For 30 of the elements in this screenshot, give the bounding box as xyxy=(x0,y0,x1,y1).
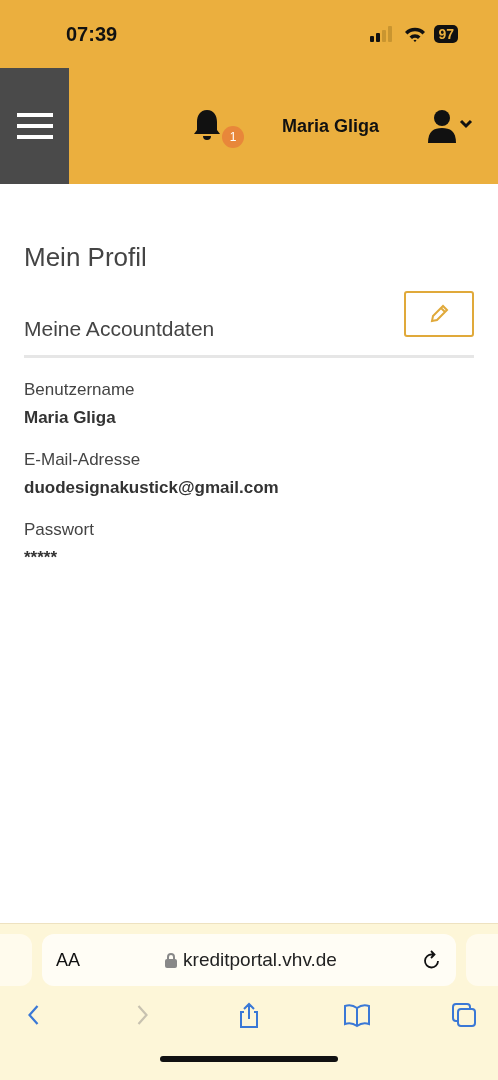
lock-icon xyxy=(165,952,178,968)
forward-icon xyxy=(135,1004,148,1026)
reload-icon[interactable] xyxy=(422,949,442,971)
status-time: 07:39 xyxy=(66,22,119,46)
wifi-icon xyxy=(404,26,427,42)
user-icon xyxy=(428,109,474,143)
edit-button[interactable] xyxy=(404,291,474,337)
field-label: E-Mail-Adresse xyxy=(24,450,142,470)
user-name: Maria Gliga xyxy=(282,115,380,137)
bookmarks-icon xyxy=(342,1001,371,1029)
menu-icon xyxy=(16,113,53,139)
user-menu-button[interactable] xyxy=(428,109,474,143)
pencil-icon xyxy=(428,303,450,325)
page-title: Mein Profil xyxy=(24,242,148,273)
notification-badge: 1 xyxy=(222,126,244,148)
tabs-button[interactable] xyxy=(449,1000,479,1030)
field-value: duodesignakustick@gmail.com xyxy=(24,478,280,498)
tabs-icon xyxy=(450,1001,478,1029)
section-title: Meine Accountdaten xyxy=(24,317,215,341)
field-value: ***** xyxy=(24,548,59,568)
bell-icon[interactable] xyxy=(192,108,222,142)
field-value: Maria Gliga xyxy=(24,408,117,428)
field-label: Benutzername xyxy=(24,380,136,400)
menu-button[interactable] xyxy=(0,68,69,184)
address-bar[interactable]: AA kreditportal.vhv.de xyxy=(42,934,456,986)
back-icon xyxy=(28,1004,40,1026)
url-text: kreditportal.vhv.de xyxy=(183,949,337,971)
field-label: Passwort xyxy=(24,520,95,540)
text-size-button[interactable]: AA xyxy=(56,949,80,971)
battery-level: 97 xyxy=(434,25,458,43)
